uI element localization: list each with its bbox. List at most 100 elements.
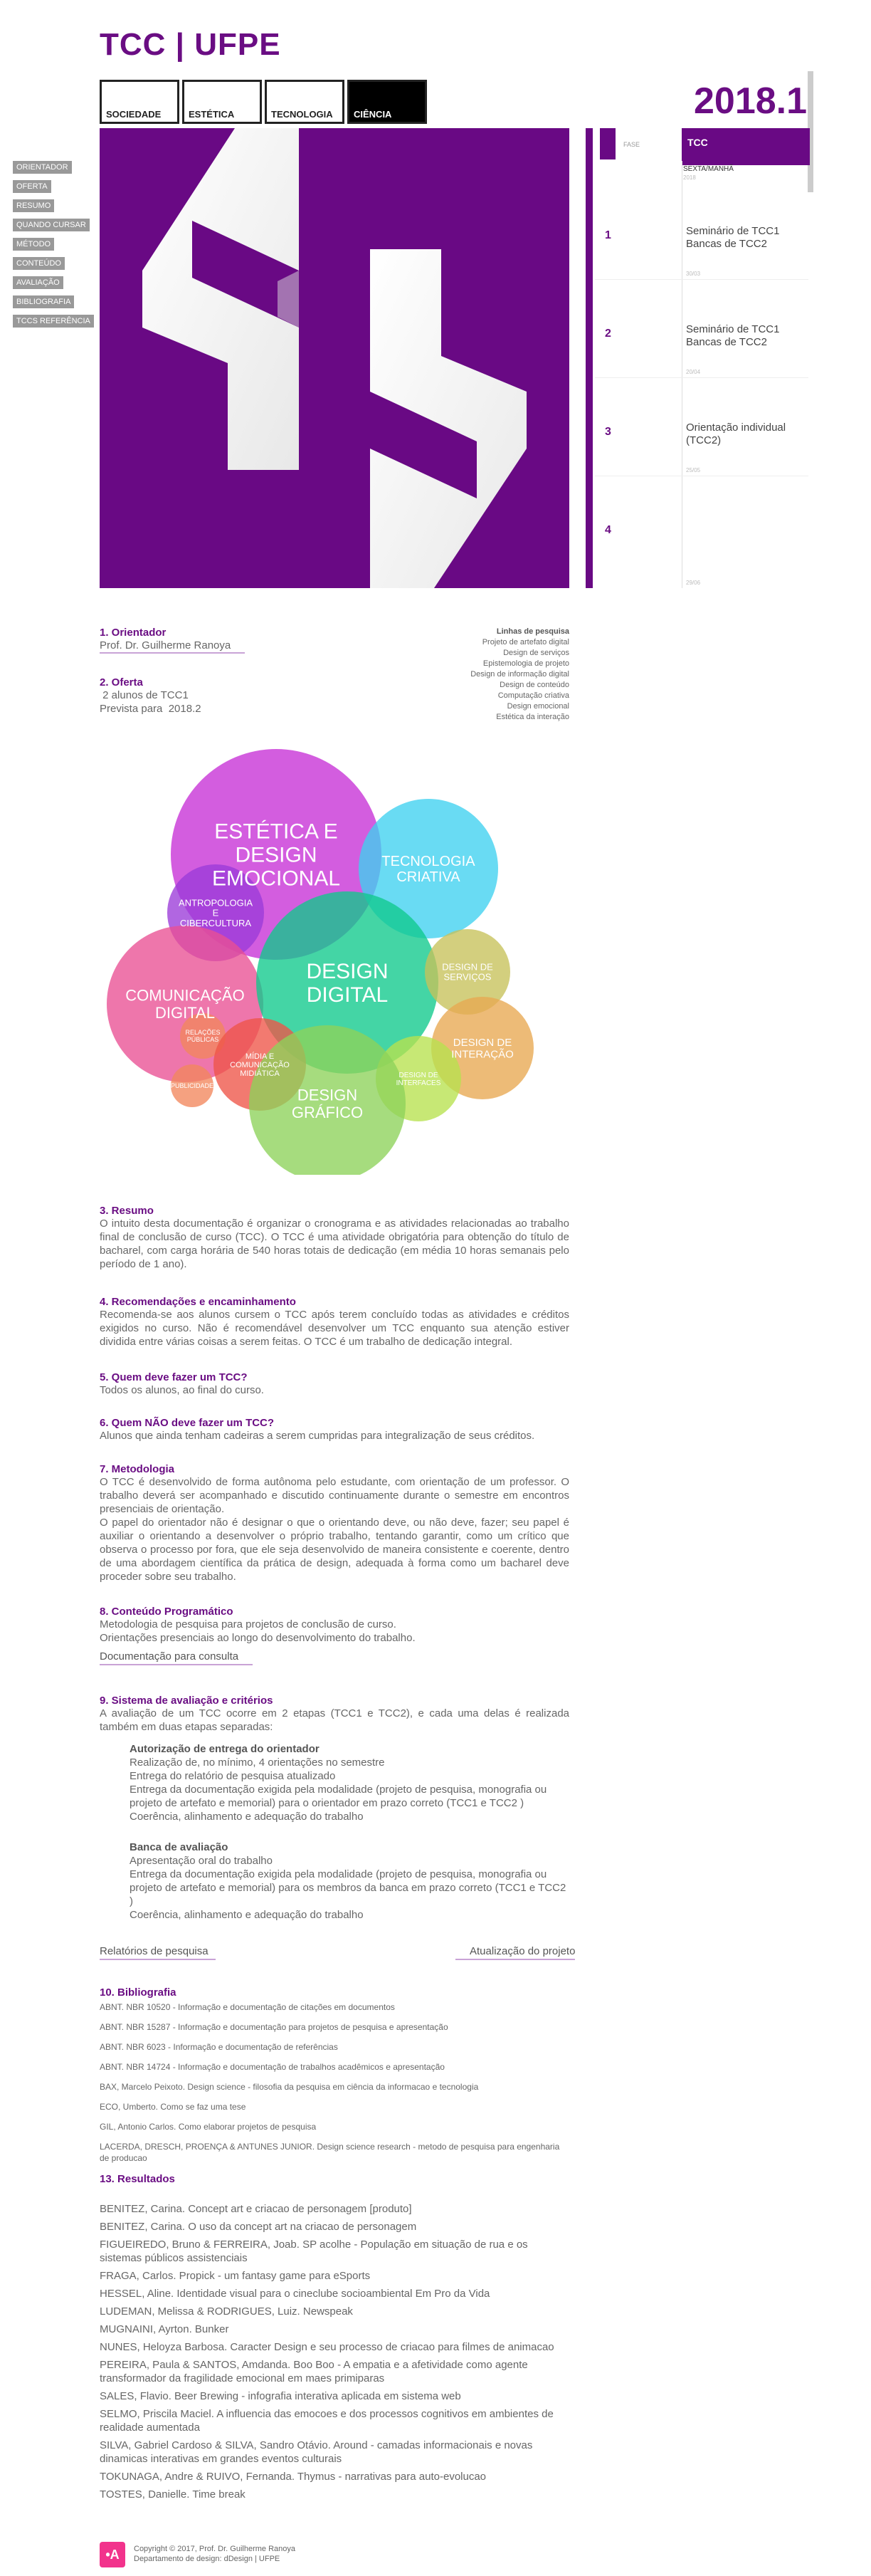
autorizacao-item: Realização de, no mínimo, 4 orientações … bbox=[130, 1756, 385, 1769]
tab-sociedade[interactable]: Sociedade bbox=[100, 80, 179, 124]
linha-item: Design de conteúdo bbox=[500, 681, 569, 689]
autorizacao-item: Entrega da documentação exigida pela mod… bbox=[130, 1784, 547, 1809]
oferta-section: 2. Oferta 2 alunos de TCC1 Prevista para… bbox=[100, 676, 285, 716]
bubble-label-10: DESIGN DE INTERFACES bbox=[396, 1072, 441, 1087]
autorizacao-title: Autorização de entrega do orientador bbox=[130, 1743, 320, 1755]
metodologia-text: O papel do orientador não é designar o q… bbox=[100, 1517, 569, 1583]
linha-item: Design de serviços bbox=[503, 649, 569, 657]
side-item-conteudo[interactable]: CONTEÚDO bbox=[13, 257, 65, 270]
side-item-avaliacao[interactable]: AVALIAÇÃO bbox=[13, 276, 63, 289]
side-item-resumo[interactable]: RESUMO bbox=[13, 199, 55, 212]
relatorios-link[interactable]: Relatórios de pesquisa bbox=[100, 1945, 216, 1960]
resultado-item[interactable]: MUGNAINI, Ayrton. Bunker bbox=[100, 2323, 569, 2336]
bubble-label-7: RELAÇÕES PÚBLICAS bbox=[185, 1029, 220, 1043]
resultado-item[interactable]: SELMO, Priscila Maciel. A influencia das… bbox=[100, 2407, 569, 2434]
quem-text: Todos os alunos, ao final do curso. bbox=[100, 1384, 264, 1396]
resultado-item[interactable]: FIGUEIREDO, Bruno & FERREIRA, Joab. SP a… bbox=[100, 2238, 569, 2265]
side-item-oferta[interactable]: OFERTA bbox=[13, 180, 51, 193]
resultado-item[interactable]: FRAGA, Carlos. Propick - um fantasy game… bbox=[100, 2269, 569, 2283]
timeline-bar bbox=[586, 128, 593, 588]
timeline-row-number: 1 bbox=[605, 229, 611, 241]
timeline-row-date: 29/06 bbox=[686, 580, 701, 586]
side-item-metodo[interactable]: MÉTODO bbox=[13, 238, 55, 251]
timeline-row-divider bbox=[595, 279, 808, 280]
quem-section: 5. Quem deve fazer um TCC? Todos os alun… bbox=[100, 1371, 569, 1397]
timeline-tcc-header: TCC bbox=[682, 128, 810, 165]
timeline-turno: SEXTA/MANHÃ bbox=[683, 165, 734, 173]
bibliografia-item: ABNT. NBR 10520 - Informação e documenta… bbox=[100, 2002, 395, 2012]
side-item-orientador[interactable]: ORIENTADOR bbox=[13, 161, 72, 174]
resultado-item[interactable]: BENITEZ, Carina. Concept art e criacao d… bbox=[100, 2202, 569, 2216]
orientador-name-link[interactable]: Prof. Dr. Guilherme Ranoya bbox=[100, 639, 246, 654]
bibliografia-item: ABNT. NBR 14724 - Informação e documenta… bbox=[100, 2062, 445, 2072]
orientador-heading: 1. Orientador bbox=[100, 627, 167, 639]
resultado-item[interactable]: SALES, Flavio. Beer Brewing - infografia… bbox=[100, 2389, 569, 2403]
bubble-label-6: DESIGN DE INTERAÇÃO bbox=[451, 1037, 514, 1061]
timeline-row-number: 2 bbox=[605, 328, 611, 340]
resultado-item[interactable]: NUNES, Heloyza Barbosa. Caracter Design … bbox=[100, 2340, 569, 2354]
atualizacao-link[interactable]: Atualização do projeto bbox=[455, 1945, 576, 1960]
documentacao-link[interactable]: Documentação para consulta bbox=[100, 1650, 253, 1665]
timeline-row-divider bbox=[595, 377, 808, 378]
semester-label: 2018.1 bbox=[694, 80, 808, 122]
bibliografia-section: 10. Bibliografia ABNT. NBR 10520 - Infor… bbox=[100, 1986, 569, 2172]
timeline-row-text: Seminário de TCC1 Bancas de TCC2 bbox=[686, 225, 780, 250]
resumo-heading: 3. Resumo bbox=[100, 1205, 154, 1217]
side-menu: ORIENTADOR OFERTA RESUMO QUANDO CURSAR M… bbox=[13, 161, 94, 334]
bubble-label-9: PUBLICIDADE bbox=[171, 1082, 213, 1089]
banca-item: Apresentação oral do trabalho bbox=[130, 1855, 273, 1867]
side-item-quando-cursar[interactable]: QUANDO CURSAR bbox=[13, 219, 90, 231]
bibliografia-item: ECO, Umberto. Como se faz uma tese bbox=[100, 2102, 246, 2112]
autorizacao-item: Entrega do relatório de pesquisa atualiz… bbox=[130, 1770, 336, 1782]
orientador-section: 1. Orientador Prof. Dr. Guilherme Ranoya bbox=[100, 627, 285, 654]
quem-nao-section: 6. Quem NÃO deve fazer um TCC? Alunos qu… bbox=[100, 1417, 569, 1443]
conteudo-section: 8. Conteúdo Programático Metodologia de … bbox=[100, 1606, 569, 1645]
oferta-heading: 2. Oferta bbox=[100, 676, 143, 688]
timeline-row-number: 3 bbox=[605, 426, 611, 438]
quem-heading: 5. Quem deve fazer um TCC? bbox=[100, 1371, 248, 1383]
timeline-row-number: 4 bbox=[605, 524, 611, 536]
site-title: TCC | UFPE bbox=[100, 27, 281, 62]
resultado-item[interactable]: PEREIRA, Paula & SANTOS, Amdanda. Boo Bo… bbox=[100, 2358, 569, 2385]
tab-estetica[interactable]: Estética bbox=[182, 80, 262, 124]
hero-graphic bbox=[100, 128, 569, 588]
bibliografia-item: LACERDA, DRESCH, PROENÇA & ANTUNES JUNIO… bbox=[100, 2142, 560, 2163]
linhas-heading: Linhas de pesquisa bbox=[496, 627, 569, 636]
bubble-svg: ESTÉTICA E DESIGN EMOCIONALTECNOLOGIA CRIAT… bbox=[107, 749, 534, 1182]
bibliografia-item: GIL, Antonio Carlos. Como elaborar proje… bbox=[100, 2122, 317, 2132]
quem-nao-text: Alunos que ainda tenham cadeiras a serem… bbox=[100, 1430, 535, 1442]
resultado-item[interactable]: TOKUNAGA, Andre & RUIVO, Fernanda. Thymu… bbox=[100, 2470, 569, 2483]
hero-arrows-graphic bbox=[142, 128, 527, 588]
linha-item: Epistemologia de projeto bbox=[482, 659, 569, 668]
timeline-row-text: Seminário de TCC1 Bancas de TCC2 bbox=[686, 323, 780, 348]
linha-item: Design de informação digital bbox=[470, 670, 569, 679]
resultado-item[interactable]: HESSEL, Aline. Identidade visual para o … bbox=[100, 2287, 569, 2300]
tab-tecnologia[interactable]: Tecnologia bbox=[265, 80, 344, 124]
recomendacoes-heading: 4. Recomendações e encaminhamento bbox=[100, 1296, 296, 1308]
bubble-label-4: DESIGN DIGITAL bbox=[306, 960, 388, 1007]
resultado-item[interactable]: TOSTES, Danielle. Time break bbox=[100, 2488, 569, 2501]
footer-copyright: Copyright © 2017, Prof. Dr. Guilherme Ra… bbox=[134, 2545, 295, 2553]
avaliacao-autorizacao: Autorização de entrega do orientador Rea… bbox=[130, 1742, 569, 1823]
resultado-item[interactable]: SILVA, Gabriel Cardoso & SILVA, Sandro O… bbox=[100, 2439, 569, 2466]
autorizacao-item: Coerência, alinhamento e adequação do tr… bbox=[130, 1811, 364, 1823]
resultado-item[interactable]: LUDEMAN, Melissa & RODRIGUES, Luiz. News… bbox=[100, 2305, 569, 2318]
linha-item: Projeto de artefato digital bbox=[482, 638, 569, 646]
side-item-bibliografia[interactable]: BIBLIOGRAFIA bbox=[13, 295, 75, 308]
oferta-line: Prevista para 2018.2 bbox=[100, 703, 201, 715]
side-item-tccs-referencia[interactable]: TCCS REFERÊNCIA bbox=[13, 315, 94, 328]
footer-department: Departamento de design: dDesign | UFPE bbox=[134, 2555, 280, 2563]
resultado-item[interactable]: BENITEZ, Carina. O uso da concept art na… bbox=[100, 2220, 569, 2234]
metodologia-heading: 7. Metodologia bbox=[100, 1463, 174, 1475]
bibliografia-item: BAX, Marcelo Peixoto. Design science - f… bbox=[100, 2082, 479, 2092]
timeline-row-date: 20/04 bbox=[686, 369, 701, 375]
areas-bubble-diagram: ESTÉTICA E DESIGN EMOCIONAL TECNOLOGIA CRIAT… bbox=[100, 748, 569, 1182]
resumo-section: 3. Resumo O intuito desta documentação é… bbox=[100, 1205, 569, 1271]
ddesign-logo-icon: •A bbox=[100, 2542, 125, 2567]
linhas-de-pesquisa: Linhas de pesquisa Projeto de artefato d… bbox=[427, 627, 569, 723]
resultados-section: 13. Resultados BENITEZ, Carina. Concept … bbox=[100, 2173, 569, 2506]
banca-item: Coerência, alinhamento e adequação do tr… bbox=[130, 1909, 364, 1921]
tab-ciencia[interactable]: Ciência bbox=[347, 80, 427, 124]
avaliacao-banca: Banca de avaliação Apresentação oral do … bbox=[130, 1841, 569, 1922]
avaliacao-section: 9. Sistema de avaliação e critérios A av… bbox=[100, 1695, 569, 1922]
